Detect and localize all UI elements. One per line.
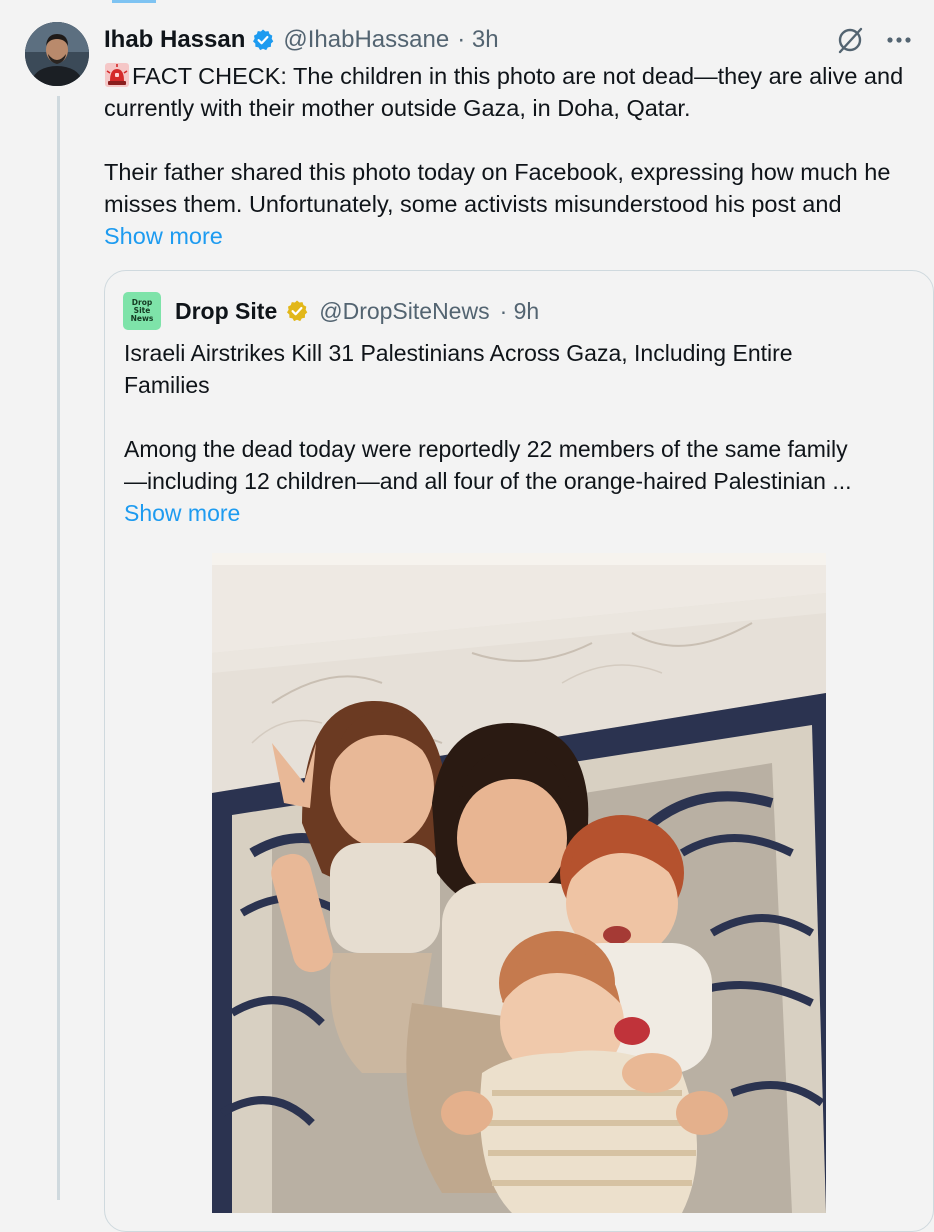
quoted-author-name[interactable]: Drop Site [175,298,277,325]
tweet-line-text: FACT CHECK: The children in this photo a… [132,63,904,89]
quoted-tweet-header: Drop Site News Drop Site @DropSiteNews ·… [123,291,539,331]
quoted-tweet-timestamp[interactable]: · 9h [500,298,540,325]
siren-emoji [104,62,130,88]
more-icon[interactable] [886,36,912,44]
show-more-link[interactable]: Show more [104,220,934,252]
verified-badge-icon[interactable] [251,28,275,52]
author-handle[interactable]: @IhabHassane [283,26,449,54]
tweet-header: Ihab Hassan @IhabHassane · 3h [104,22,912,58]
tweet-line: Their father shared this photo today on … [104,159,891,185]
tweet-line: currently with their mother outside Gaza… [104,95,691,121]
quote-line: Israeli Airstrikes Kill 31 Palestinians … [124,340,793,366]
children-photo[interactable] [212,553,826,1213]
header-actions [836,22,912,58]
logo-line: News [130,314,154,323]
quote-line: Among the dead today were reportedly 22 … [124,436,848,462]
gold-verified-badge-icon[interactable] [285,299,309,323]
quoted-tweet-card[interactable]: Drop Site News Drop Site @DropSiteNews ·… [104,270,934,1232]
top-accent-bar [112,0,156,3]
tweet-text: FACT CHECK: The children in this photo a… [104,60,934,252]
author-name[interactable]: Ihab Hassan [104,26,245,54]
quoted-show-more-link[interactable]: Show more [124,497,924,529]
tweet-line: misses them. Unfortunately, some activis… [104,191,842,217]
quoted-author-handle[interactable]: @DropSiteNews [319,298,489,325]
thread-connector-line [57,96,60,1200]
dropsite-logo-avatar[interactable]: Drop Site News [123,292,161,330]
quote-line: Families [124,372,210,398]
author-avatar[interactable] [25,22,89,86]
quoted-tweet-text: Israeli Airstrikes Kill 31 Palestinians … [124,337,924,529]
tweet-timestamp[interactable]: · 3h [457,26,498,54]
quote-line: —including 12 children—and all four of t… [124,468,852,494]
tweet-line: FACT CHECK: The children in this photo a… [104,60,934,92]
grok-icon[interactable] [836,26,864,54]
